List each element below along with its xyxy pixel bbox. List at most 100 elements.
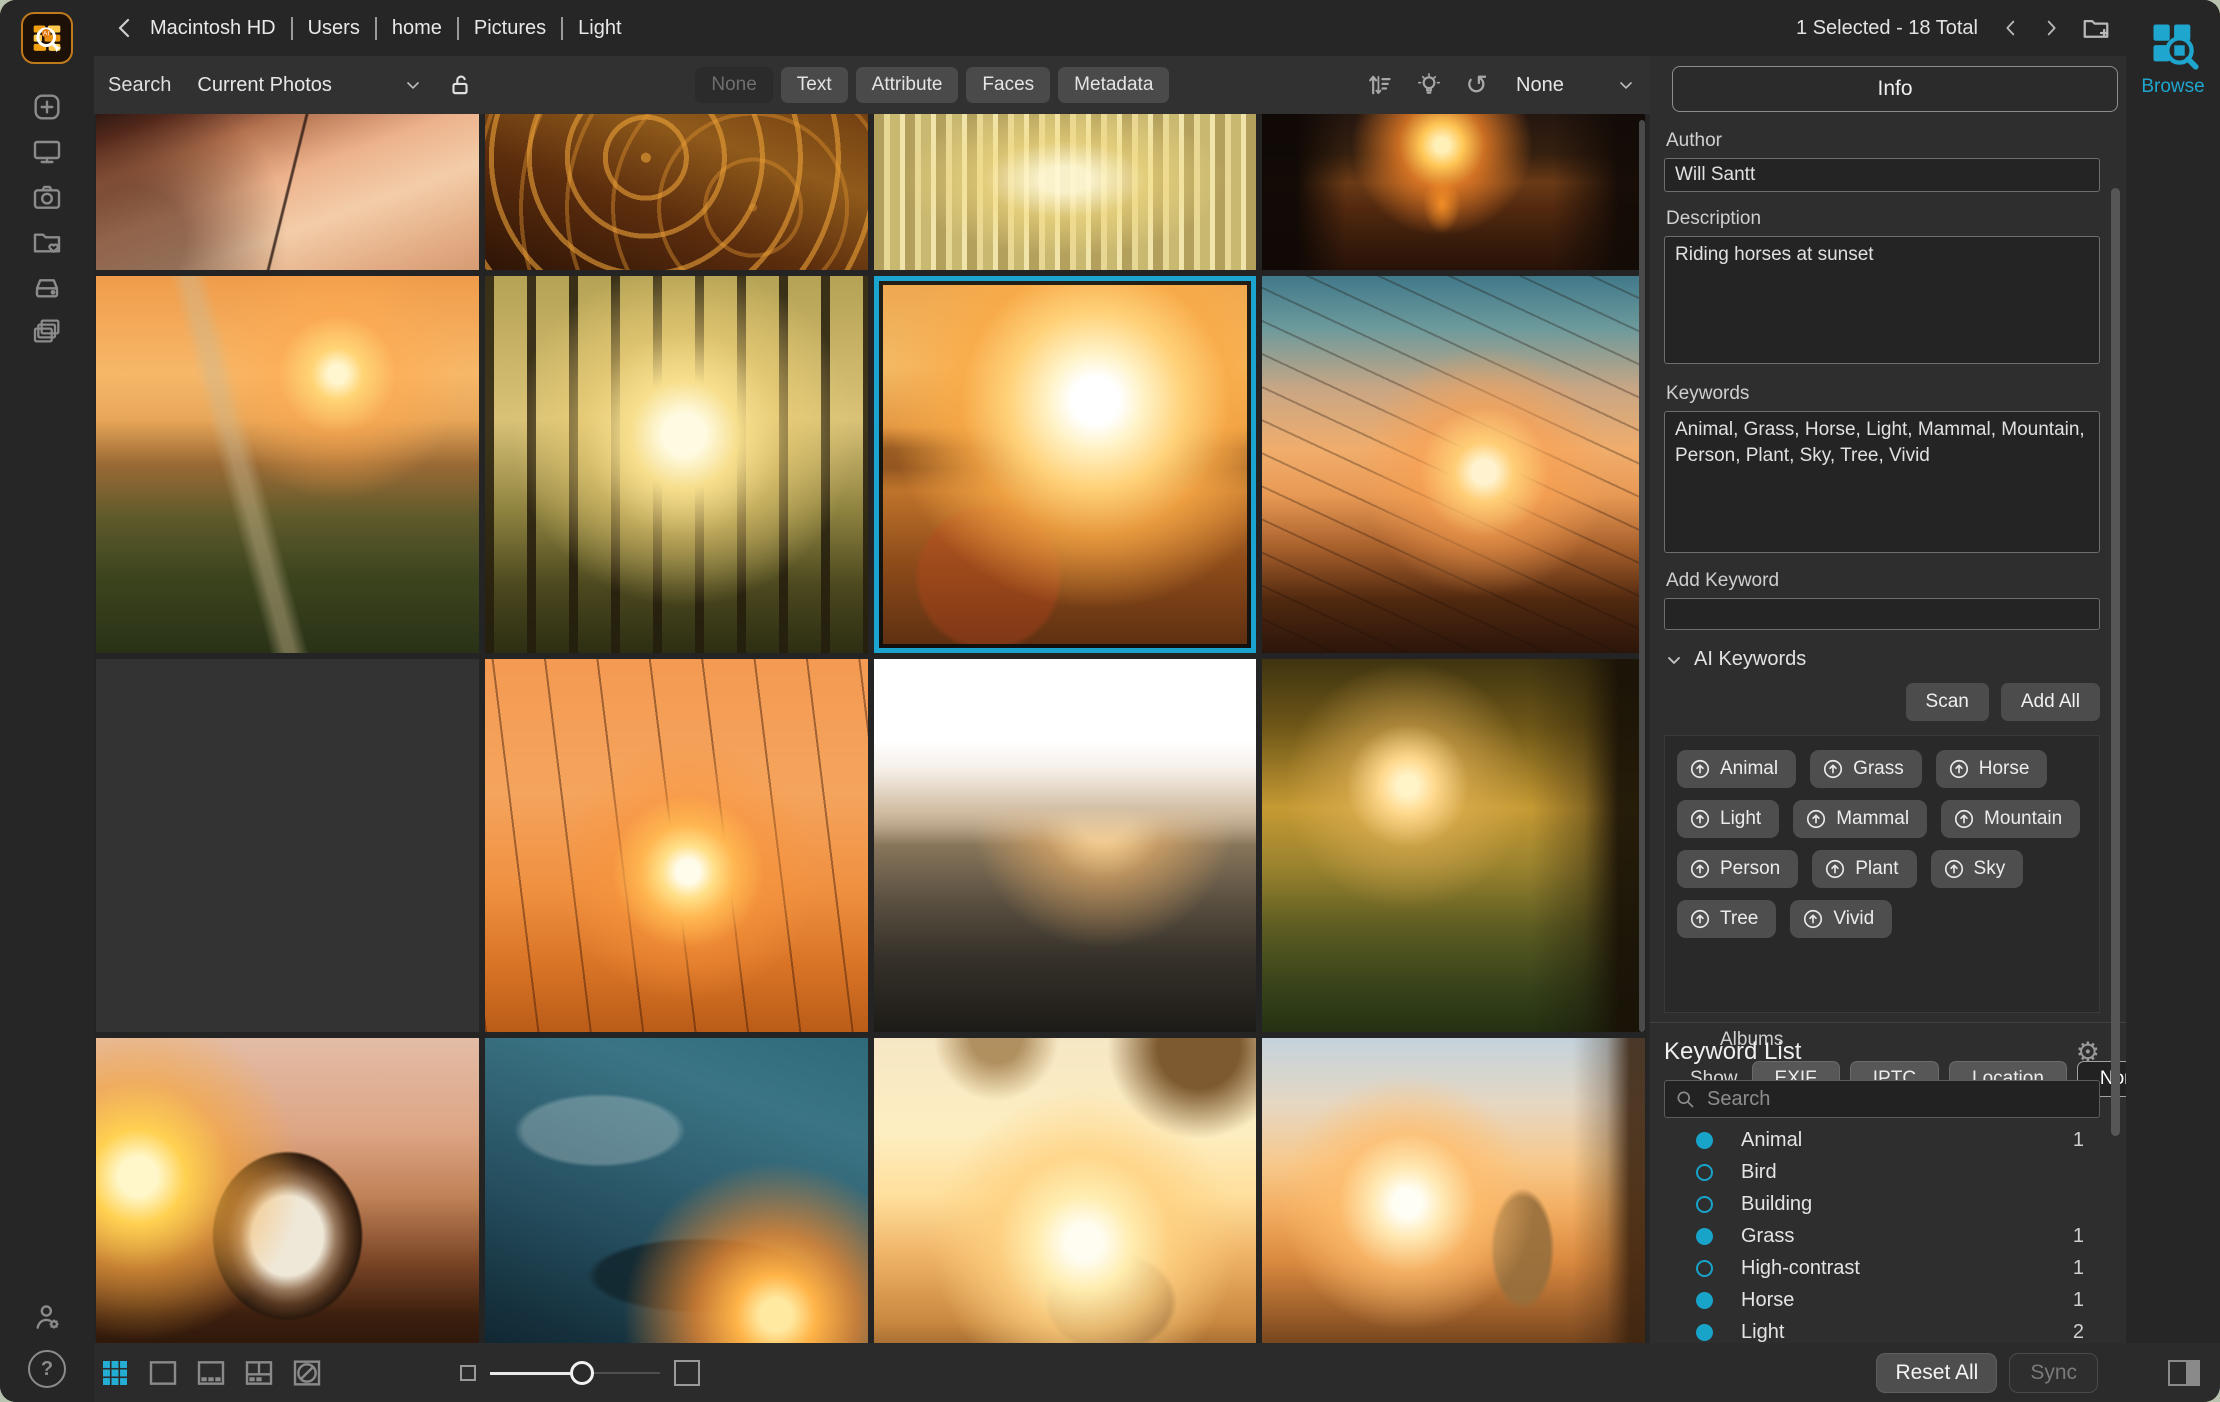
photo-thumbnail-woman-backlit[interactable]	[96, 659, 479, 1032]
photo-thumbnail-horses-sunset-selected[interactable]	[873, 276, 1257, 653]
keyword-row-horse[interactable]: Horse 1	[1664, 1284, 2100, 1316]
keyword-row-animal[interactable]: Animal 1	[1664, 1124, 2100, 1156]
arrow-up-circle-icon	[1690, 759, 1710, 779]
photo-thumbnail-sunrise-field[interactable]	[96, 276, 479, 653]
lightbulb-icon	[1418, 73, 1441, 94]
camera-import-button[interactable]	[25, 180, 69, 214]
back-button[interactable]	[108, 11, 142, 45]
ai-chip-animal[interactable]: Animal	[1677, 750, 1797, 788]
panel-scrollbar[interactable]	[2111, 188, 2120, 1078]
undo-icon[interactable]: ↺	[1465, 71, 1488, 99]
favorite-folders-button[interactable]	[25, 225, 69, 259]
browse-mode-button[interactable]: Browse	[2141, 18, 2205, 98]
gear-icon[interactable]: ⚙	[2076, 1038, 2100, 1066]
keyword-search-box[interactable]	[1664, 1080, 2100, 1118]
breadcrumb-users[interactable]: Users	[290, 16, 362, 40]
photo-thumbnail-grass-stalks[interactable]	[484, 659, 868, 1032]
app-logo-icon[interactable]: AI	[21, 12, 73, 64]
ai-chip-horse[interactable]: Horse	[1935, 750, 2048, 788]
photo-thumbnail-macro-stem[interactable]	[96, 114, 479, 270]
zoom-slider[interactable]	[490, 1360, 660, 1386]
plus-square-icon	[34, 94, 60, 120]
keywords-field[interactable]: Animal, Grass, Horse, Light, Mammal, Mou…	[1664, 411, 2100, 553]
info-tab[interactable]: Info	[1672, 66, 2118, 112]
search-scope-dropdown[interactable]: Current Photos	[197, 74, 447, 97]
filter-faces-button[interactable]: Faces	[966, 67, 1051, 103]
split-view-button[interactable]	[242, 1356, 276, 1390]
svg-text:AI: AI	[43, 31, 49, 38]
previous-button[interactable]	[1996, 13, 2026, 43]
photo-thumbnail-branches-sunset[interactable]	[1262, 276, 1645, 653]
photo-thumbnail-golden-grass[interactable]	[484, 114, 868, 270]
account-settings-button[interactable]	[25, 1300, 69, 1334]
add-all-button[interactable]: Add All	[2000, 683, 2100, 721]
filmstrip-view-button[interactable]	[194, 1356, 228, 1390]
photo-thumbnail-golden-forest[interactable]	[1262, 659, 1645, 1032]
breadcrumb-light[interactable]: Light	[561, 16, 623, 40]
photo-thumbnail-backlit-hair[interactable]	[873, 1038, 1257, 1343]
keyword-dot-icon	[1696, 1227, 1713, 1245]
zoom-out-icon[interactable]	[460, 1364, 476, 1381]
ai-chip-mountain[interactable]: Mountain	[1941, 800, 2081, 838]
breadcrumb-pictures[interactable]: Pictures	[456, 16, 548, 40]
photo-thumbnail-city-sunset[interactable]	[1262, 114, 1645, 270]
keyword-count: 1	[2072, 1224, 2084, 1247]
keyword-search-input[interactable]	[1705, 1086, 2089, 1112]
ai-chip-tree[interactable]: Tree	[1677, 900, 1777, 938]
photo-thumbnail-mountain-valley[interactable]	[873, 659, 1257, 1032]
person-gear-icon	[36, 1305, 59, 1329]
author-field[interactable]	[1664, 158, 2100, 192]
ai-chip-grass[interactable]: Grass	[1810, 750, 1922, 788]
next-button[interactable]	[2036, 13, 2066, 43]
sort-order-button[interactable]	[1365, 71, 1393, 99]
description-label: Description	[1666, 208, 1762, 229]
photo-thumbnail-teal-clouds[interactable]	[484, 1038, 868, 1343]
scan-button[interactable]: Scan	[1905, 683, 1989, 721]
lock-filter-button[interactable]	[447, 72, 473, 98]
new-folder-button[interactable]	[2076, 11, 2116, 45]
description-field[interactable]: Riding horses at sunset	[1664, 236, 2100, 364]
duplicates-stack-button[interactable]	[25, 315, 69, 349]
zoom-slider-thumb[interactable]	[570, 1360, 594, 1385]
toggle-panel-button[interactable]	[2168, 1359, 2200, 1386]
zoom-in-icon[interactable]	[674, 1359, 700, 1386]
ai-chip-person[interactable]: Person	[1677, 850, 1799, 888]
reset-all-button[interactable]: Reset All	[1876, 1352, 1998, 1393]
grid-scrollbar[interactable]	[1639, 120, 1645, 1032]
auto-advance-button[interactable]	[1415, 71, 1443, 99]
keyword-row-high-contrast[interactable]: High-contrast 1	[1664, 1252, 2100, 1284]
filter-text-button[interactable]: Text	[780, 67, 848, 103]
single-view-button[interactable]	[146, 1356, 180, 1390]
keyword-list: Animal 1 Bird Building Grass 1 High-cont…	[1664, 1124, 2100, 1348]
photo-thumbnail-crystal-ball[interactable]	[96, 1038, 479, 1343]
breadcrumb-home[interactable]: home	[374, 16, 444, 40]
group-by-dropdown[interactable]: None	[1516, 74, 1636, 97]
keyword-row-bird[interactable]: Bird	[1664, 1156, 2100, 1188]
keyword-list-scrollbar[interactable]	[2111, 1040, 2120, 1136]
ai-chip-sky[interactable]: Sky	[1930, 850, 2024, 888]
keyword-row-grass[interactable]: Grass 1	[1664, 1220, 2100, 1252]
add-keyword-field[interactable]	[1664, 598, 2100, 630]
ai-chip-mammal[interactable]: Mammal	[1793, 800, 1928, 838]
ai-chip-vivid[interactable]: Vivid	[1790, 900, 1893, 938]
ai-chip-light[interactable]: Light	[1677, 800, 1780, 838]
keyword-count: 1	[2072, 1256, 2084, 1279]
sync-button[interactable]: Sync	[2009, 1352, 2098, 1393]
grid-view-button[interactable]	[98, 1356, 132, 1390]
help-icon: ?	[40, 1357, 54, 1380]
import-add-button[interactable]	[25, 90, 69, 124]
breadcrumb-macintosh-hd[interactable]: Macintosh HD	[148, 17, 278, 40]
photo-thumbnail-woman-field[interactable]	[1262, 1038, 1645, 1343]
ai-chip-plant[interactable]: Plant	[1812, 850, 1917, 888]
ai-keywords-header[interactable]: AI Keywords	[1664, 648, 2100, 671]
photo-thumbnail-forest-rays[interactable]	[484, 276, 868, 653]
filter-metadata-button[interactable]: Metadata	[1058, 67, 1170, 103]
compare-view-button[interactable]	[290, 1356, 324, 1390]
photo-thumbnail-birch-forest[interactable]	[873, 114, 1257, 270]
drives-button[interactable]	[25, 270, 69, 304]
filter-attribute-button[interactable]: Attribute	[855, 67, 959, 103]
filter-none-button[interactable]: None	[695, 67, 773, 103]
this-computer-button[interactable]	[25, 135, 69, 169]
keyword-row-building[interactable]: Building	[1664, 1188, 2100, 1220]
help-button[interactable]: ?	[28, 1350, 66, 1388]
